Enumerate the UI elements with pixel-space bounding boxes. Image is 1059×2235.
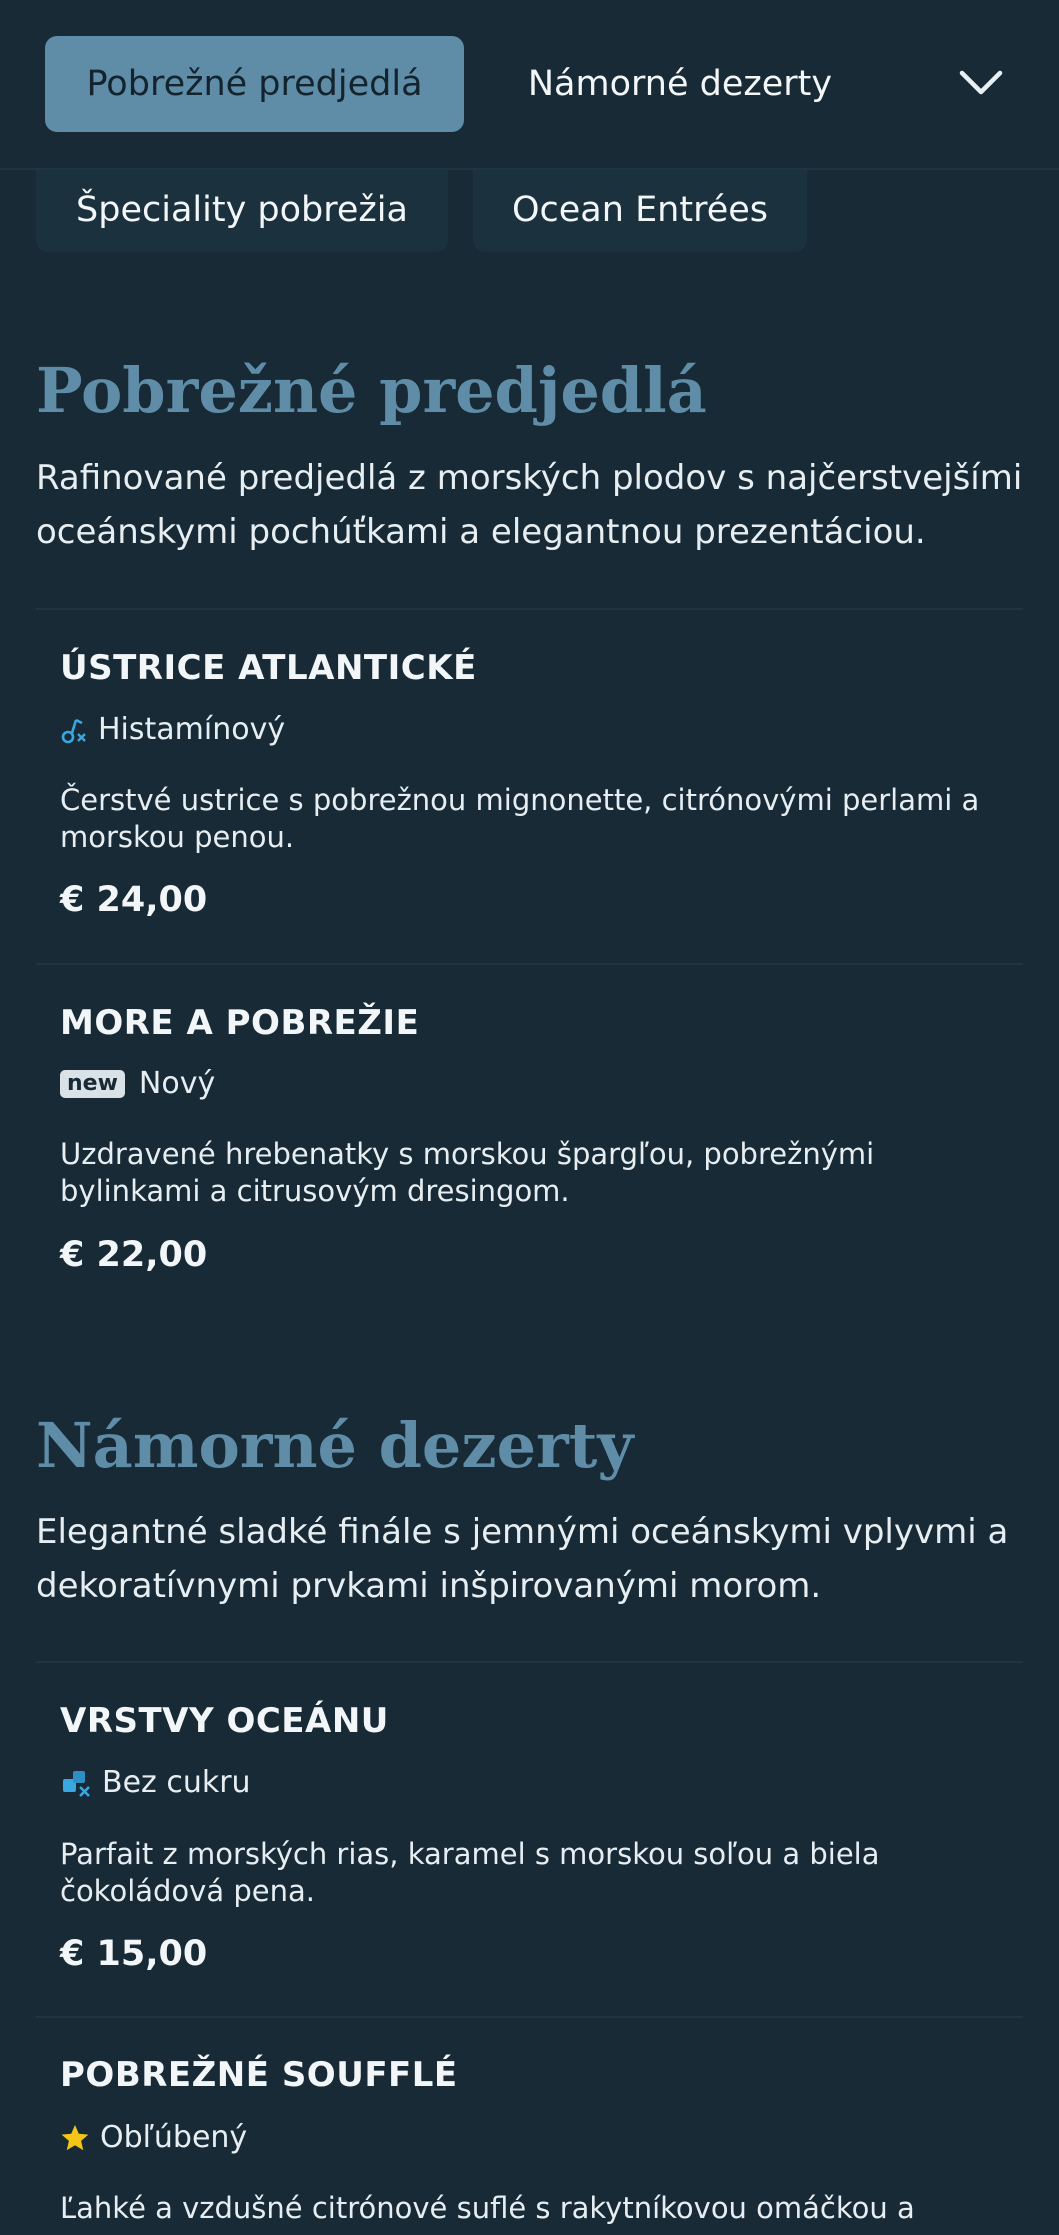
item-tag: Obľúbený <box>60 2120 247 2155</box>
section-description: Elegantné sladké finále s jemnými oceáns… <box>36 1512 1009 1606</box>
tab-ocean-entrees[interactable]: Ocean Entrées <box>473 168 807 252</box>
item-tag-label: Nový <box>138 1066 216 1101</box>
item-name: ÚSTRICE ATLANTICKÉ <box>60 648 477 688</box>
tab-pobrezne-predjedla[interactable]: Pobrežné predjedlá <box>45 36 464 132</box>
divider <box>36 608 1023 610</box>
item-description: Parfait z morských rias, karamel s morsk… <box>60 1837 880 1908</box>
category-nav: Pobrežné predjedlá Námorné dezerty <box>0 0 1059 170</box>
section-title: Pobrežné predjedlá <box>36 354 707 427</box>
item-name: VRSTVY OCEÁNU <box>60 1701 389 1741</box>
item-description: Uzdravené hrebenatky s morskou špargľou,… <box>60 1137 875 1208</box>
histamine-icon <box>60 715 88 745</box>
item-tag-label: Bez cukru <box>102 1765 251 1800</box>
item-tag: new Nový <box>60 1066 215 1101</box>
new-badge: new <box>60 1069 125 1098</box>
item-name: MORE A POBREŽIE <box>60 1003 420 1043</box>
tab-speciality-pobrezia[interactable]: Špeciality pobrežia <box>36 168 448 252</box>
item-name: POBREŽNÉ SOUFFLÉ <box>60 2055 458 2095</box>
item-tag-label: Histamínový <box>98 712 286 747</box>
item-tag-label: Obľúbený <box>100 2120 248 2155</box>
star-icon <box>60 2123 90 2153</box>
item-description: Čerstvé ustrice s pobrežnou mignonette, … <box>60 783 980 854</box>
sugar-free-icon <box>60 1768 92 1798</box>
divider <box>36 1661 1023 1663</box>
chevron-down-icon <box>959 70 1003 95</box>
section-title: Námorné dezerty <box>36 1409 634 1482</box>
item-tag: Bez cukru <box>60 1765 251 1800</box>
more-categories-button[interactable] <box>946 50 1016 116</box>
item-price: € 24,00 <box>60 880 208 920</box>
item-price: € 22,00 <box>60 1235 208 1275</box>
item-description: Ľahké a vzdušné citrónové suflé s rakytn… <box>60 2191 915 2225</box>
tab-namorne-dezerty[interactable]: Námorné dezerty <box>500 36 860 132</box>
section-description: Rafinované predjedlá z morských plodov s… <box>36 458 1023 552</box>
divider <box>36 2016 1023 2018</box>
divider <box>36 963 1023 965</box>
item-tag: Histamínový <box>60 712 285 747</box>
item-price: € 15,00 <box>60 1934 208 1974</box>
